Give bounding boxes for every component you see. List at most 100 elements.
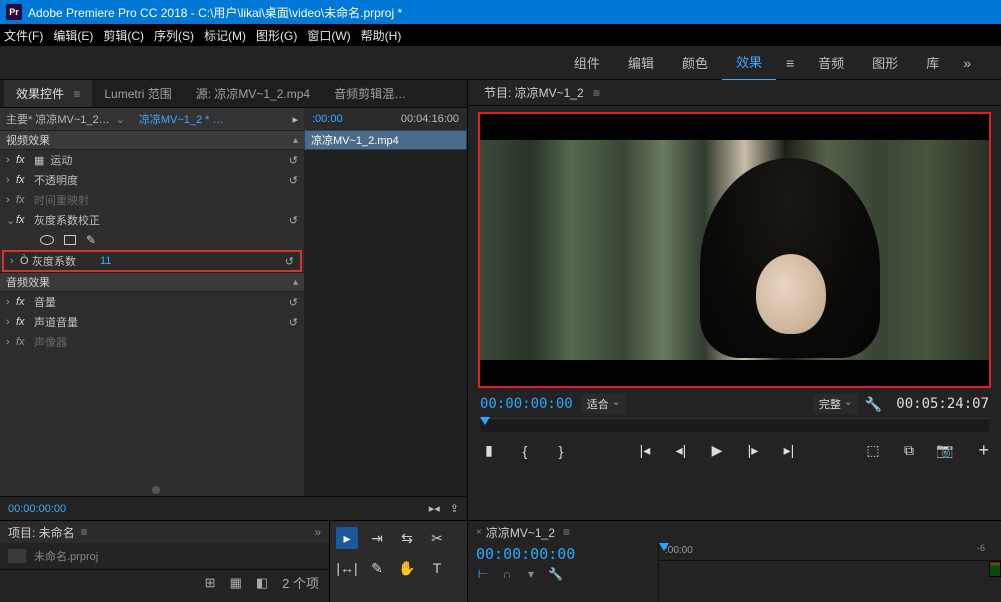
reset-icon[interactable]: ↺ — [289, 296, 298, 309]
reset-icon[interactable]: ↺ — [289, 214, 298, 227]
collapse-icon[interactable]: ▴ — [293, 277, 298, 288]
icon-view-icon[interactable]: ▦ — [230, 575, 242, 591]
ec-clip-link[interactable]: 凉凉MV~1_2 * … — [139, 111, 224, 127]
timeline-ruler[interactable]: :00:00 — [659, 543, 1001, 561]
go-to-out-button[interactable]: ▸| — [780, 442, 798, 459]
bin-icon[interactable] — [8, 549, 26, 563]
tab-lumetri-scopes[interactable]: Lumetri 范围 — [92, 80, 183, 107]
workspace-tab-graphics[interactable]: 图形 — [858, 45, 912, 80]
quality-select[interactable]: 完整 — [813, 394, 857, 414]
menu-help[interactable]: 帮助(H) — [361, 27, 402, 44]
snap-icon[interactable]: ⊢ — [476, 567, 490, 581]
workspace-overflow-icon[interactable]: » — [953, 55, 981, 71]
menu-edit[interactable]: 编辑(E) — [53, 27, 93, 44]
loop-icon[interactable]: ▸◂ — [429, 502, 440, 515]
rect-mask-icon[interactable] — [64, 235, 76, 245]
freeform-view-icon[interactable]: ◧ — [256, 575, 268, 591]
ripple-edit-tool-icon[interactable]: ⇆ — [396, 527, 418, 549]
reset-icon[interactable]: ↺ — [289, 316, 298, 329]
scroll-thumb[interactable] — [152, 486, 160, 494]
type-tool-icon[interactable]: T — [426, 557, 448, 579]
list-view-icon[interactable]: ⊞ — [205, 575, 216, 591]
menu-graphics[interactable]: 图形(G) — [256, 27, 297, 44]
play-button[interactable]: ▶ — [708, 442, 726, 459]
mini-tl-end: 00:04:16:00 — [401, 113, 459, 125]
export-frame-button[interactable]: 📷 — [936, 442, 954, 459]
gamma-value[interactable]: 11 — [100, 255, 111, 267]
reset-icon[interactable]: ↺ — [289, 154, 298, 167]
effect-panner[interactable]: ›fx 声像器 — [0, 332, 304, 352]
settings-icon[interactable]: 🔧 — [548, 567, 562, 581]
menu-sequence[interactable]: 序列(S) — [154, 27, 194, 44]
play-icon[interactable]: ▸ — [292, 113, 298, 126]
panel-menu-icon[interactable]: ≡ — [70, 87, 80, 101]
reset-icon[interactable]: ↺ — [285, 255, 294, 268]
ec-mini-timeline[interactable]: :00:00 00:04:16:00 凉凉MV~1_2.mp4 — [304, 108, 467, 496]
step-forward-button[interactable]: |▸ — [744, 442, 762, 459]
pen-tool-icon[interactable]: ✎ — [366, 557, 388, 579]
mark-out-button[interactable]: } — [552, 443, 570, 459]
marker-icon[interactable]: ▾ — [524, 567, 538, 581]
tab-program[interactable]: 节目: 凉凉MV~1_2 ≡ — [476, 80, 608, 105]
lift-button[interactable]: ⬚ — [864, 442, 882, 459]
effect-opacity[interactable]: ›fx 不透明度 ↺ — [0, 170, 304, 190]
tab-audio-clip-mixer[interactable]: 音频剪辑混… — [322, 80, 418, 107]
settings-icon[interactable]: 🔧 — [865, 396, 882, 413]
ellipse-mask-icon[interactable] — [40, 235, 54, 245]
razor-tool-icon[interactable]: ✂ — [426, 527, 448, 549]
step-back-button[interactable]: ◂| — [672, 442, 690, 459]
ec-timecode[interactable]: 00:00:00:00 — [8, 503, 66, 515]
workspace-tab-editing[interactable]: 编辑 — [614, 45, 668, 80]
selection-tool-icon[interactable]: ▸ — [336, 527, 358, 549]
go-to-in-button[interactable]: |◂ — [636, 442, 654, 459]
param-gamma[interactable]: › Ò 灰度系数 11 ↺ — [2, 250, 302, 272]
workspace-tab-color[interactable]: 颜色 — [668, 45, 722, 80]
program-scrubber[interactable] — [480, 418, 989, 432]
add-marker-button[interactable]: ▮ — [480, 442, 498, 459]
timeline-track[interactable]: -6 — [659, 561, 1001, 577]
menu-marker[interactable]: 标记(M) — [204, 27, 246, 44]
mini-clip-bar[interactable]: 凉凉MV~1_2.mp4 — [304, 130, 467, 150]
item-count: 2 个项 — [282, 573, 319, 592]
collapse-icon[interactable]: ▴ — [293, 135, 298, 146]
tab-source-monitor[interactable]: 源: 凉凉MV~1_2.mp4 — [184, 80, 322, 107]
effect-time-remap[interactable]: ›fx 时间重映射 — [0, 190, 304, 210]
timeline-timecode[interactable]: 00:00:00:00 — [476, 545, 650, 563]
program-video[interactable] — [478, 112, 991, 388]
close-sequence-icon[interactable]: × — [476, 527, 482, 538]
pen-mask-icon[interactable]: ✎ — [86, 233, 96, 247]
panel-tab-strip: 效果控件 ≡ Lumetri 范围 源: 凉凉MV~1_2.mp4 音频剪辑混… — [0, 80, 467, 108]
effect-volume[interactable]: ›fx 音量 ↺ — [0, 292, 304, 312]
extract-button[interactable]: ⧉ — [900, 442, 918, 459]
workspace-tab-effects[interactable]: 效果 — [722, 44, 776, 81]
menu-window[interactable]: 窗口(W) — [307, 27, 350, 44]
workspace-tab-audio[interactable]: 音频 — [804, 45, 858, 80]
workspace-menu-icon[interactable]: ≡ — [776, 55, 804, 71]
panel-menu-icon[interactable]: ≡ — [590, 86, 600, 100]
tab-effect-controls[interactable]: 效果控件 ≡ — [4, 80, 92, 107]
menu-file[interactable]: 文件(F) — [4, 27, 43, 44]
effect-gamma-correction[interactable]: ⌄fx 灰度系数校正 ↺ — [0, 210, 304, 230]
zoom-select[interactable]: 适合 — [581, 394, 625, 414]
effect-channel-volume[interactable]: ›fx 声道音量 ↺ — [0, 312, 304, 332]
mark-in-button[interactable]: { — [516, 443, 534, 459]
program-timecode-current[interactable]: 00:00:00:00 — [480, 396, 573, 412]
export-icon[interactable]: ⇪ — [450, 502, 459, 515]
sequence-tab[interactable]: 凉凉MV~1_2 — [486, 524, 555, 541]
panel-overflow-icon[interactable]: » — [314, 525, 321, 539]
workspace-tab-assembly[interactable]: 组件 — [560, 45, 614, 80]
playhead-icon[interactable] — [480, 417, 490, 425]
reset-icon[interactable]: ↺ — [289, 174, 298, 187]
project-title[interactable]: 项目: 未命名 — [8, 524, 75, 541]
menu-clip[interactable]: 剪辑(C) — [103, 27, 144, 44]
slip-tool-icon[interactable]: |↔| — [336, 557, 358, 579]
workspace-tab-library[interactable]: 库 — [912, 45, 953, 80]
program-timecode-duration: 00:05:24:07 — [896, 396, 989, 412]
hand-tool-icon[interactable]: ✋ — [396, 557, 418, 579]
linked-selection-icon[interactable]: ∩ — [500, 567, 514, 581]
panel-menu-icon[interactable]: ≡ — [563, 525, 570, 539]
effect-motion[interactable]: ›fx ▦ 运动 ↺ — [0, 150, 304, 170]
track-select-tool-icon[interactable]: ⇥ — [366, 527, 388, 549]
timeline-panel: × 凉凉MV~1_2 ≡ 00:00:00:00 ⊢ ∩ ▾ 🔧 :00:00 — [468, 521, 1001, 602]
button-editor-icon[interactable]: + — [978, 440, 989, 461]
